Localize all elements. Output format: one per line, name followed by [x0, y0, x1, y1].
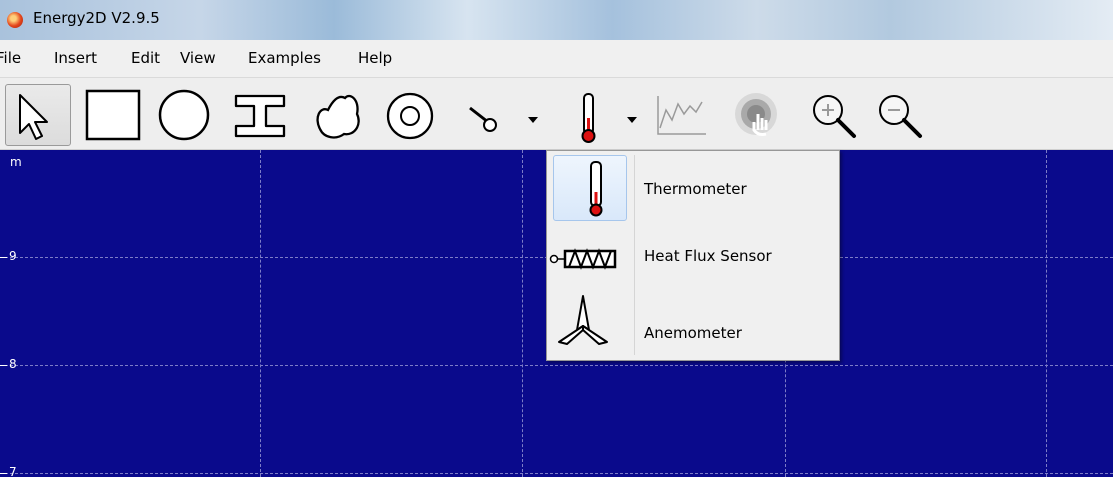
menu-help[interactable]: Help	[358, 49, 392, 67]
zoom-in-button[interactable]	[806, 84, 866, 144]
menu-item-label: Heat Flux Sensor	[644, 247, 772, 265]
particle-feeder-icon	[469, 106, 497, 132]
grid-line	[522, 150, 523, 477]
y-tick	[0, 365, 7, 366]
anemometer-icon	[553, 292, 625, 356]
menu-edit[interactable]: Edit	[131, 49, 160, 67]
sensor-tool-button[interactable]	[560, 84, 610, 144]
y-tick-label: 7	[9, 465, 17, 477]
i-beam-shape-icon	[234, 94, 286, 138]
blob-shape-icon	[316, 94, 360, 139]
annulus-tool-button[interactable]	[380, 84, 440, 144]
ellipse-icon	[158, 89, 210, 141]
menu-insert[interactable]: Insert	[54, 49, 97, 67]
menu-item-thermometer[interactable]: Thermometer	[547, 153, 839, 221]
window-title: Energy2D V2.9.5	[33, 9, 160, 27]
toolbar	[0, 78, 1113, 150]
grid-line	[1046, 150, 1047, 477]
energy2d-app-icon	[7, 12, 23, 28]
graph-icon	[657, 96, 706, 135]
zoom-out-icon	[879, 95, 922, 138]
menu-item-label: Anemometer	[644, 324, 742, 342]
particle-feeder-tool-button[interactable]	[458, 84, 510, 144]
y-tick	[0, 473, 7, 474]
select-arrow-icon	[19, 94, 48, 140]
axis-unit-label: m	[10, 155, 22, 169]
ring-shape-icon	[386, 92, 434, 140]
grid-line	[0, 473, 1113, 474]
heating-hand-icon	[735, 93, 777, 136]
menu-view[interactable]: View	[180, 49, 216, 67]
menu-item-anemometer[interactable]: Anemometer	[547, 290, 839, 356]
thermometer-icon	[553, 155, 627, 221]
menu-file[interactable]: File	[0, 49, 21, 67]
title-bar: Energy2D V2.9.5	[0, 0, 1113, 40]
graph-tool-button[interactable]	[650, 84, 712, 144]
sensor-dropdown-menu: Thermometer Heat Flux Sensor Anemometer	[546, 150, 840, 361]
particle-dropdown-arrow-icon[interactable]	[528, 117, 538, 123]
y-tick	[0, 257, 7, 258]
rectangle-tool-button[interactable]	[80, 84, 144, 144]
sensor-dropdown-arrow-icon[interactable]	[627, 117, 637, 123]
y-tick-label: 8	[9, 357, 17, 371]
zoom-in-icon	[813, 95, 856, 138]
grid-line	[260, 150, 261, 477]
menu-item-heat-flux-sensor[interactable]: Heat Flux Sensor	[547, 224, 839, 290]
blob-tool-button[interactable]	[310, 84, 370, 144]
zoom-out-button[interactable]	[872, 84, 932, 144]
menu-item-label: Thermometer	[644, 180, 747, 198]
grid-line	[0, 365, 1113, 366]
thermometer-icon	[581, 93, 596, 143]
rectangle-icon	[85, 89, 141, 141]
y-tick-label: 9	[9, 249, 17, 263]
select-tool-button[interactable]	[5, 84, 71, 146]
ellipse-tool-button[interactable]	[153, 84, 217, 144]
menu-examples[interactable]: Examples	[248, 49, 321, 67]
heat-flux-sensor-icon	[547, 226, 629, 290]
polygon-tool-button[interactable]	[230, 84, 296, 144]
heating-tool-button[interactable]	[728, 84, 788, 144]
menu-bar: File Insert Edit View Examples Help	[0, 40, 1113, 78]
